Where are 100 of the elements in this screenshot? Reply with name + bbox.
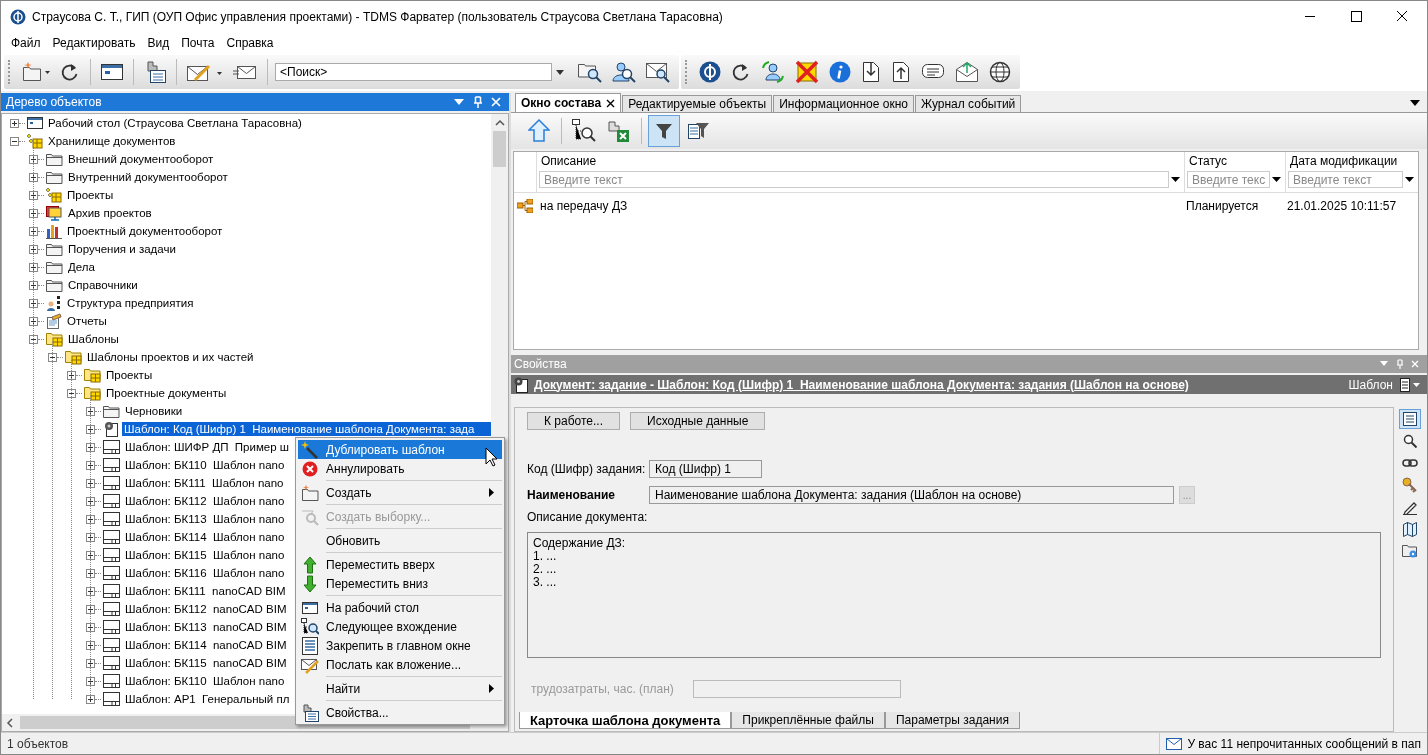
expand-toggle[interactable]	[29, 154, 38, 164]
tree-item[interactable]: Шаблон: Код (Шифр) 1 Наименование шаблона Документа: зада	[122, 422, 491, 436]
expand-toggle[interactable]	[86, 460, 95, 470]
scroll-thumb[interactable]	[493, 131, 506, 167]
menu-item[interactable]: Послать как вложение...	[298, 655, 502, 674]
expand-toggle[interactable]	[86, 442, 95, 452]
tree-item[interactable]: Шаблон: БК113 nanoCAD BIM	[123, 620, 289, 634]
tree-item[interactable]: Шаблон: АР1 Генеральный пл	[123, 692, 292, 706]
tree-item[interactable]: Внешний документооборот	[66, 152, 216, 166]
filter-field[interactable]: Введите текс	[1187, 171, 1270, 188]
tree-item[interactable]: Черновики	[123, 404, 185, 418]
filter-field[interactable]: Введите текст	[1288, 171, 1403, 188]
tree-item[interactable]: Шаблон: БК112 nanoCAD BIM	[123, 602, 289, 616]
tree-item[interactable]: Шаблон: БК116 Шаблон nano	[123, 566, 287, 580]
expand-toggle[interactable]	[29, 298, 38, 308]
tree-item[interactable]: Шаблон: БК111 Шаблон nano	[123, 476, 286, 490]
menu-item[interactable]: Создать	[298, 483, 502, 502]
document-menu-icon[interactable]	[1399, 377, 1421, 392]
tree-item[interactable]: Структура предприятия	[65, 296, 196, 310]
tree-item[interactable]: Шаблоны	[66, 332, 121, 346]
menu-item[interactable]: Свойства...	[298, 703, 502, 722]
scroll-up-icon[interactable]	[494, 119, 505, 127]
expand-toggle[interactable]	[86, 532, 95, 542]
tree-item[interactable]: Рабочий стол (Страусова Светлана Тарасовна)	[46, 116, 304, 130]
expand-toggle[interactable]	[29, 280, 38, 290]
pin-icon[interactable]	[473, 96, 483, 108]
tab[interactable]: Окно состава	[515, 93, 622, 112]
expand-toggle[interactable]	[29, 172, 38, 182]
expand-toggle[interactable]	[86, 694, 95, 704]
tree-item[interactable]: Справочники	[66, 278, 140, 292]
tree-item[interactable]: Шаблон: БК110 Шаблон nano	[123, 674, 287, 688]
tab[interactable]: Информационное окно	[773, 95, 914, 112]
tree-item[interactable]: Внутренний документооборот	[66, 170, 230, 184]
expand-toggle[interactable]	[29, 208, 38, 218]
filter-field[interactable]: Введите текст	[539, 171, 1169, 188]
tree-item[interactable]: Шаблон: БК113 Шаблон nano	[123, 512, 287, 526]
tree-item[interactable]: Проекты	[104, 368, 155, 382]
tree-item[interactable]: Отчеты	[65, 314, 109, 328]
tree-item[interactable]: Шаблон: БК110 Шаблон nano	[123, 458, 287, 472]
expand-toggle[interactable]	[29, 262, 38, 272]
code-field[interactable]: Код (Шифр) 1	[649, 460, 762, 478]
expand-toggle[interactable]	[29, 316, 38, 326]
tree-item[interactable]: Шаблон: БК114 nanoCAD BIM	[123, 638, 289, 652]
menu-item[interactable]: Аннулировать	[298, 459, 502, 478]
tab[interactable]: Редактируемые объекты	[622, 95, 773, 112]
column-header[interactable]: Статус	[1187, 152, 1285, 171]
tree-item[interactable]: Проекты	[65, 188, 116, 202]
menu-item[interactable]: Редактировать	[46, 35, 142, 50]
tree-item[interactable]: Шаблон: ШИФР ДП Пример ш	[123, 440, 292, 454]
column-header[interactable]: Описание	[539, 152, 1184, 171]
description-field[interactable]: Содержание ДЗ: 1. ... 2. ... 3. ...	[527, 532, 1381, 658]
menu-item[interactable]: Файл	[5, 35, 47, 50]
tree-item[interactable]: Шаблоны проектов и их частей	[85, 350, 256, 364]
filter-button[interactable]	[648, 115, 680, 147]
expand-toggle[interactable]	[67, 370, 76, 380]
object-title-link[interactable]: Документ: задание - Шаблон: Код (Шифр) 1 Наименование шаблона Документа: задания (Шаблон на основе)	[534, 377, 1189, 392]
tab[interactable]: Журнал событий	[914, 95, 1022, 112]
tab[interactable]: Параметры задания	[884, 712, 1020, 729]
menu-item[interactable]: Вид	[141, 35, 176, 50]
dropdown-arrow-icon[interactable]	[555, 67, 565, 77]
tree-item[interactable]: Архив проектов	[66, 206, 154, 220]
dropdown-arrow-icon[interactable]	[1405, 176, 1414, 183]
column-header[interactable]: Дата модификации	[1288, 152, 1418, 171]
expand-toggle[interactable]	[86, 676, 95, 686]
tree-item[interactable]: Хранилище документов	[46, 134, 178, 148]
expand-toggle[interactable]	[86, 640, 95, 650]
menu-item[interactable]: Почта	[175, 35, 221, 50]
menu-item[interactable]: Следующее вхождение	[298, 617, 502, 636]
expand-toggle[interactable]	[86, 658, 95, 668]
menu-item[interactable]: Переместить вниз	[298, 574, 502, 593]
collapse-toggle[interactable]	[48, 352, 57, 362]
action-button[interactable]: Исходные данные	[630, 412, 766, 430]
close-icon[interactable]	[606, 98, 616, 108]
tree-item[interactable]: Шаблон: БК115 nanoCAD BIM	[123, 656, 289, 670]
tree-item[interactable]: Шаблон: БК115 Шаблон nano	[123, 548, 287, 562]
expand-toggle[interactable]	[86, 496, 95, 506]
expand-toggle[interactable]	[86, 406, 95, 416]
collapse-toggle[interactable]	[67, 388, 76, 398]
dropdown-icon[interactable]	[453, 97, 465, 107]
collapse-toggle[interactable]	[29, 334, 38, 344]
tree-item[interactable]: Проектные документы	[104, 386, 229, 400]
search-field[interactable]: <Поиск>	[275, 63, 552, 81]
desktop-button[interactable]	[98, 61, 126, 83]
dropdown-arrow-icon[interactable]	[1171, 176, 1180, 183]
tree-item[interactable]: Шаблон: БК112 Шаблон nano	[123, 494, 287, 508]
tree-item[interactable]: Проектный документооборот	[65, 224, 225, 238]
tab[interactable]: Прикреплённые файлы	[731, 712, 885, 729]
card-view-button[interactable]	[1399, 409, 1421, 429]
menu-item[interactable]: Обновить	[298, 531, 502, 550]
expand-toggle[interactable]	[86, 568, 95, 578]
collapse-toggle[interactable]	[10, 136, 19, 146]
expand-toggle[interactable]	[29, 226, 38, 236]
expand-toggle[interactable]	[86, 550, 95, 560]
menu-item[interactable]: Найти	[298, 679, 502, 698]
menu-item[interactable]: Дублировать шаблон	[298, 440, 502, 459]
name-field[interactable]: Наименование шаблона Документа: задания (Шаблон на основе)	[649, 486, 1174, 504]
dropdown-arrow-icon[interactable]	[1272, 176, 1281, 183]
tree-item[interactable]: Шаблон: БК114 Шаблон nano	[123, 530, 287, 544]
dropdown-icon[interactable]	[1379, 360, 1389, 368]
scroll-left-icon[interactable]	[6, 717, 14, 728]
